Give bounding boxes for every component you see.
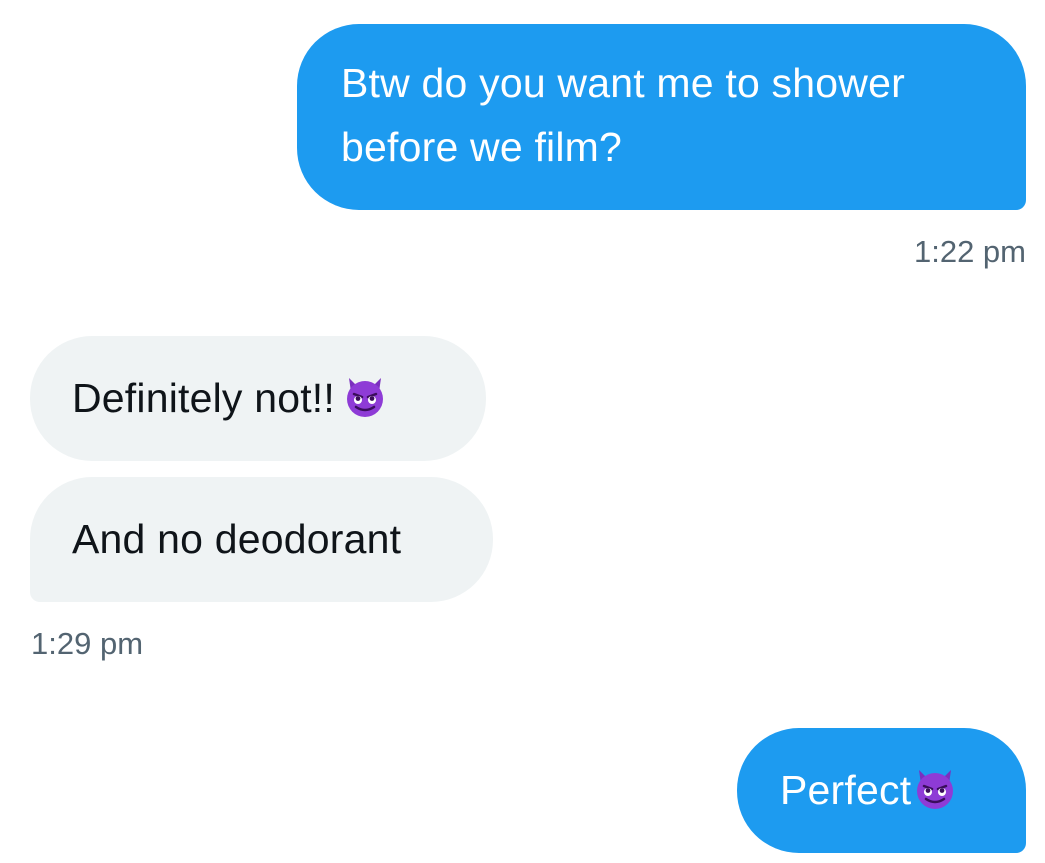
- message-timestamp: 1:22 pm: [913, 234, 1026, 269]
- received-message-bubble[interactable]: And no deodorant: [30, 477, 493, 602]
- received-message-bubble[interactable]: Definitely not!!: [30, 336, 486, 461]
- sent-message-bubble[interactable]: Perfect: [737, 728, 1026, 853]
- message-text: Perfect: [780, 767, 912, 813]
- message-text: And no deodorant: [72, 516, 402, 562]
- message-timestamp: 1:29 pm: [31, 626, 144, 661]
- sent-message-bubble[interactable]: Btw do you want me to shower before we f…: [297, 24, 1026, 210]
- smiling-face-with-horns-icon: [341, 372, 389, 438]
- smiling-face-with-horns-icon: [911, 764, 959, 830]
- message-text: Btw do you want me to shower before we f…: [341, 60, 905, 170]
- message-text: Definitely not!!: [72, 375, 335, 421]
